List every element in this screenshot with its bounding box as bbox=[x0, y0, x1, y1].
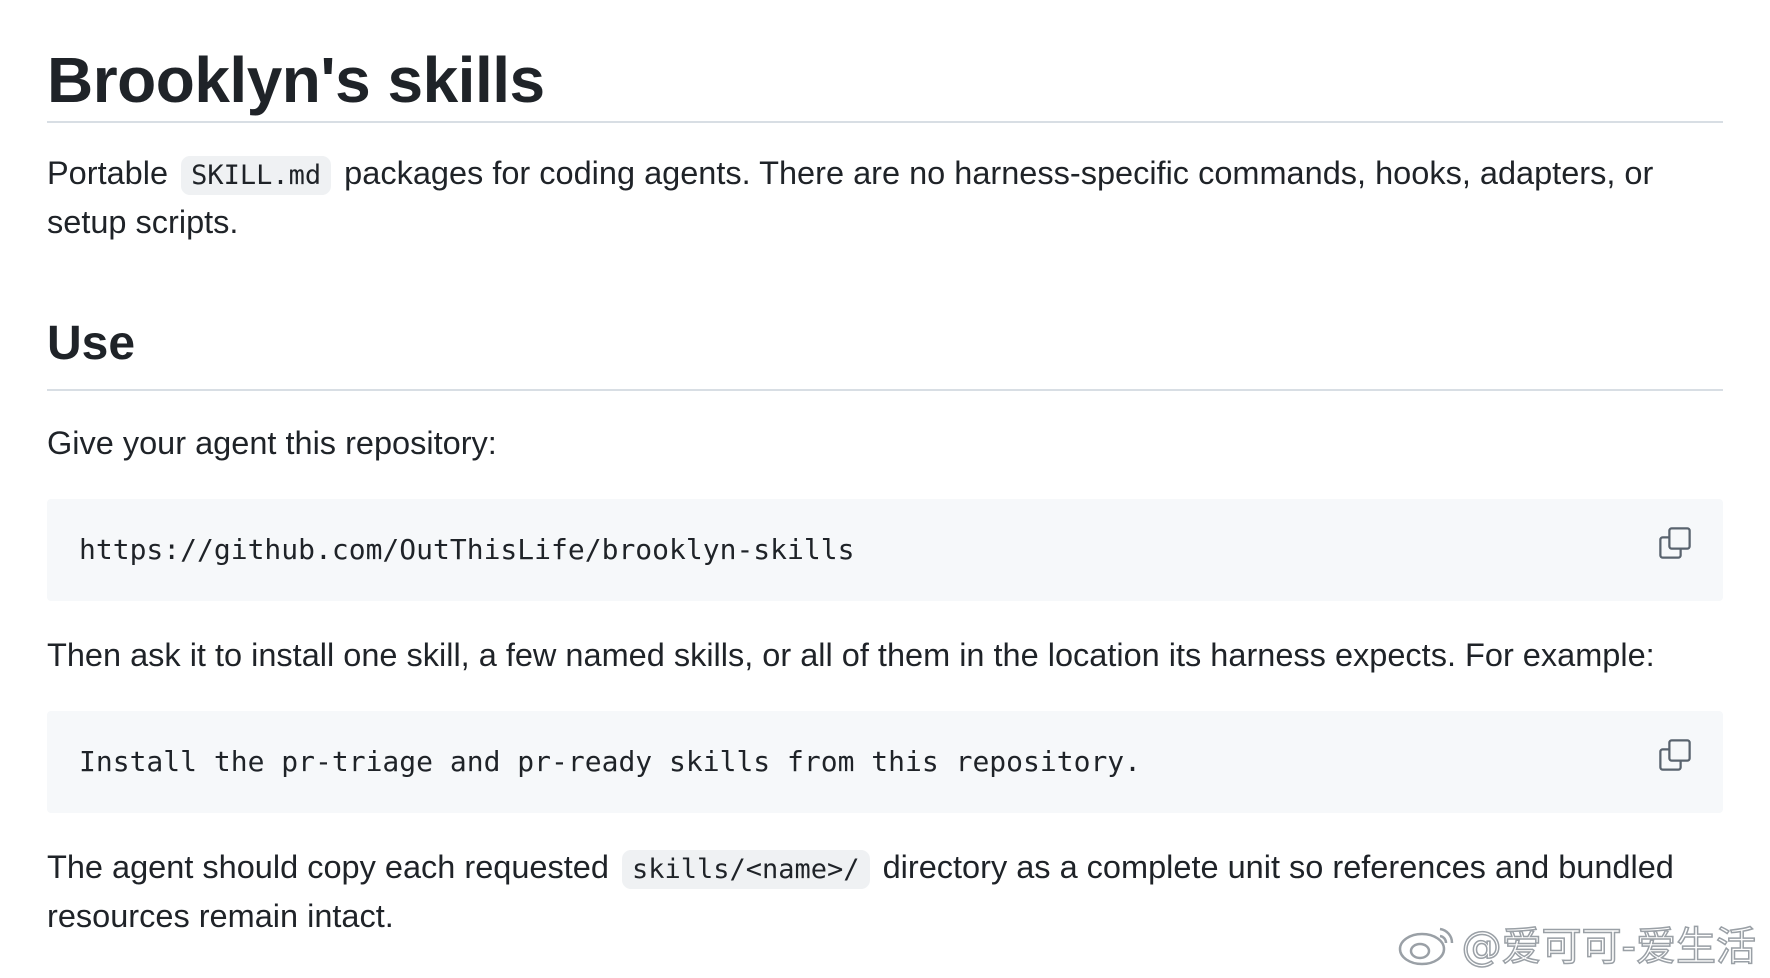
give-agent-text: Give your agent this repository: bbox=[47, 425, 497, 461]
copy-icon[interactable] bbox=[1657, 525, 1693, 561]
repo-code-block: https://github.com/OutThisLife/brooklyn-… bbox=[47, 499, 1723, 601]
intro-paragraph: Portable SKILL.md packages for coding ag… bbox=[47, 150, 1723, 246]
example-prompt-code: Install the pr-triage and pr-ready skill… bbox=[79, 745, 1142, 778]
skills-dir-code: skills/<name>/ bbox=[621, 850, 870, 889]
title-divider bbox=[47, 121, 1723, 123]
skill-md-code: SKILL.md bbox=[181, 156, 332, 195]
use-divider bbox=[47, 389, 1723, 391]
example-code-block: Install the pr-triage and pr-ready skill… bbox=[47, 711, 1723, 813]
watermark-text: @爱可可-爱生活 bbox=[1461, 923, 1757, 971]
install-instructions-text: Then ask it to install one skill, a few … bbox=[47, 637, 1655, 673]
copy-icon[interactable] bbox=[1657, 737, 1693, 773]
use-heading: Use bbox=[47, 317, 136, 370]
repo-url-code: https://github.com/OutThisLife/brooklyn-… bbox=[79, 533, 855, 566]
watermark: @爱可可-爱生活 bbox=[1396, 914, 1757, 972]
weibo-icon bbox=[1398, 927, 1453, 966]
intro-text-before: Portable bbox=[47, 155, 169, 191]
copy-note-before: The agent should copy each requested bbox=[47, 849, 609, 885]
page-title: Brooklyn's skills bbox=[47, 44, 545, 116]
